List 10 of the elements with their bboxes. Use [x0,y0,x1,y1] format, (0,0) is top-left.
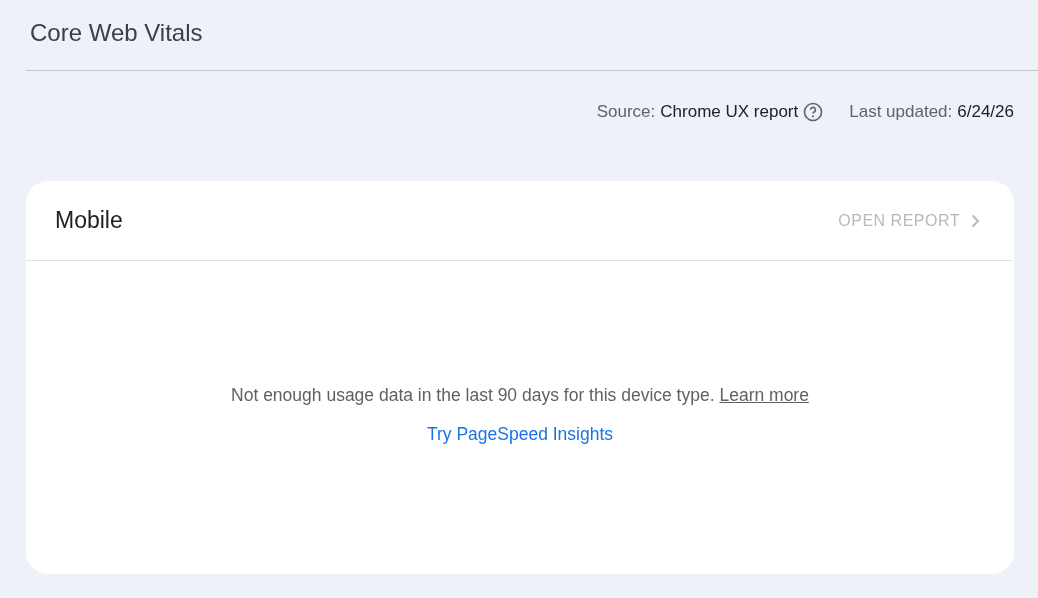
learn-more-link[interactable]: Learn more [719,385,809,405]
page-title: Core Web Vitals [30,19,203,46]
card-title: Mobile [55,207,123,234]
updated-value: 6/24/26 [957,102,1014,122]
help-icon[interactable] [803,102,824,122]
source-label: Source: [596,102,656,122]
source-value: Chrome UX report [660,102,799,122]
no-data-message: Not enough usage data in the last 90 days for this device type. Learn more [231,385,809,406]
pagespeed-link[interactable]: Try PageSpeed Insights [426,424,614,445]
updated-label: Last updated: [849,102,953,122]
